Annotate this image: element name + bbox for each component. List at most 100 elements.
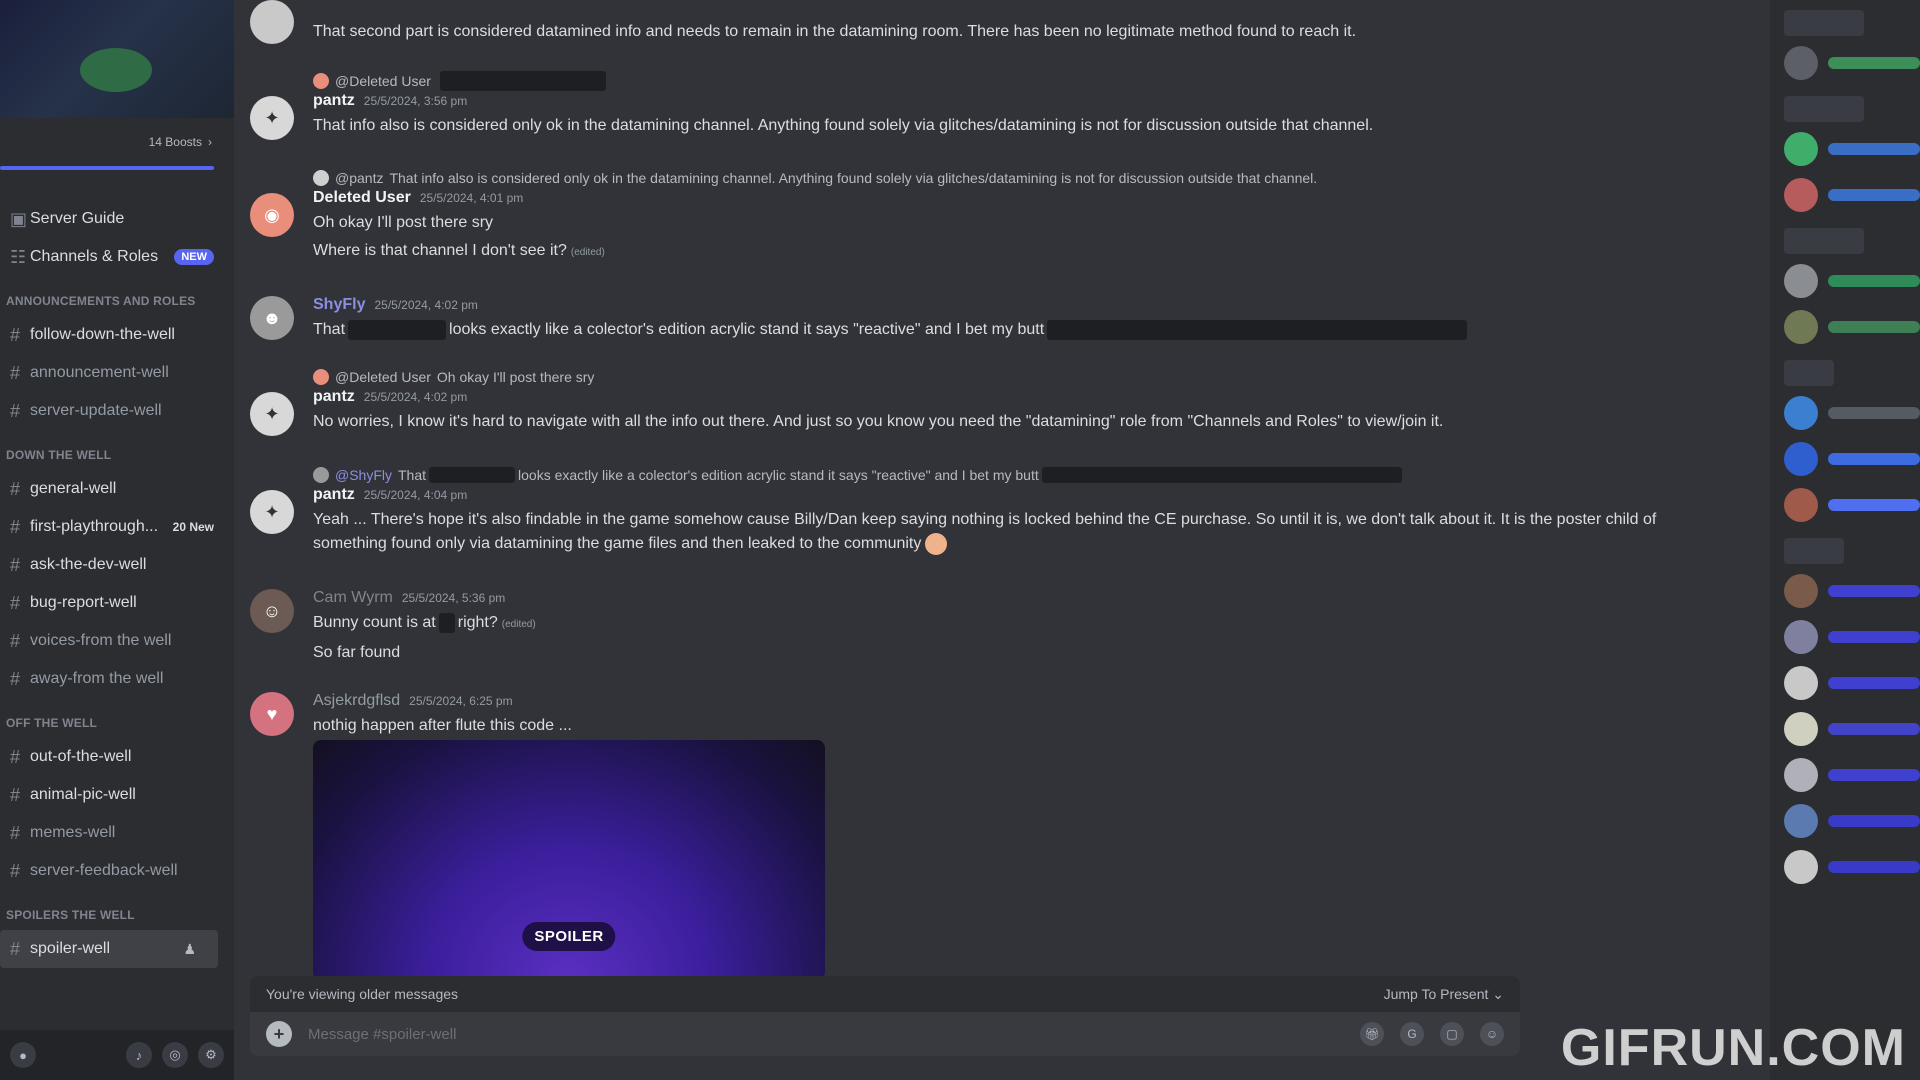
message-author[interactable]: Cam Wyrm [313,589,393,607]
message-author[interactable]: Asjekrdgflsd [313,692,400,710]
member-item[interactable] [1770,258,1920,304]
member-item[interactable] [1770,390,1920,436]
channel-label: general-well [30,480,117,497]
message-author[interactable]: pantz [313,388,355,406]
channel-label: animal-pic-well [30,786,136,803]
member-item[interactable] [1770,172,1920,218]
member-avatar [1784,620,1818,654]
boost-progress-row[interactable]: 14 Boosts › [0,118,234,166]
message-author[interactable]: pantz [313,92,355,110]
reply-preview[interactable]: @Deleted User Oh okay I'll post there sr… [313,366,1710,388]
message-text: Where is that channel I don't see it? (ed… [313,239,1710,265]
message-author[interactable]: pantz [313,486,355,504]
channel-bug-report[interactable]: # bug-report-well [0,584,234,622]
member-item[interactable] [1770,844,1920,890]
reply-preview[interactable]: @ShyFly That looks exactly like a colect… [313,464,1710,486]
server-banner[interactable] [0,0,234,118]
gear-icon[interactable]: ⚙ [198,1042,224,1068]
member-item[interactable] [1770,798,1920,844]
mic-icon[interactable]: ♪ [126,1042,152,1068]
member-name [1828,861,1920,873]
message-text: That second part is considered datamined… [313,23,1357,40]
headphones-icon[interactable]: ◎ [162,1042,188,1068]
channel-out-of-the-well[interactable]: # out-of-the-well [0,738,234,776]
avatar[interactable]: ♥ [250,692,294,736]
avatar[interactable]: ☺ [250,589,294,633]
timestamp: 25/5/2024, 4:02 pm [363,390,468,404]
user-avatar[interactable]: ● [10,1042,36,1068]
emoji-icon[interactable] [925,532,948,555]
category-off-the-well[interactable]: OFF THE WELL [0,698,234,738]
reply-author[interactable]: @Deleted User [335,73,431,89]
member-group-header [1784,228,1864,254]
emoji-picker-icon[interactable]: ☺ [1480,1022,1504,1046]
member-item[interactable] [1770,482,1920,528]
reply-author[interactable]: @pantz [335,170,383,186]
reply-preview[interactable]: @pantz That info also is considered only… [313,167,1710,189]
channel-follow[interactable]: # follow-down-the-well [0,316,234,354]
category-announcements[interactable]: ANNOUNCEMENTS AND ROLES [0,276,234,316]
channel-spoiler-well[interactable]: # spoiler-well ♟ [0,930,218,968]
spoiler-label: SPOILER [522,922,616,951]
member-avatar [1784,804,1818,838]
avatar[interactable]: ✦ [250,490,294,534]
jump-to-present-button[interactable]: Jump To Present ⌄ [1384,986,1504,1003]
reply-text: looks exactly like a colector's edition … [518,467,1039,483]
gift-icon[interactable]: 🎁︎ [1360,1022,1384,1046]
channel-announcement[interactable]: # announcement-well [0,354,234,392]
category-down-the-well[interactable]: DOWN THE WELL [0,430,234,470]
channel-ask-the-dev[interactable]: # ask-the-dev-well [0,546,234,584]
attach-plus-icon[interactable]: + [266,1021,292,1047]
avatar[interactable]: ☻ [250,296,294,340]
hash-icon: # [10,784,21,805]
channel-server-update[interactable]: # server-update-well [0,392,234,430]
member-name [1828,407,1920,419]
channel-server-feedback[interactable]: # server-feedback-well [0,852,234,890]
member-name [1828,585,1920,597]
member-avatar [1784,442,1818,476]
spoiler-image[interactable]: SPOILER [313,740,825,980]
message-author[interactable]: ShyFly [313,296,365,314]
reply-text: That info also is considered only ok in … [389,170,1318,186]
member-item[interactable] [1770,568,1920,614]
channel-animal-pic[interactable]: # animal-pic-well [0,776,234,814]
member-item[interactable] [1770,660,1920,706]
message-composer[interactable]: + Message #spoiler-well 🎁︎ G ▢ ☺ [250,1012,1520,1056]
channel-label: server-feedback-well [30,862,178,879]
reply-avatar [313,467,329,483]
avatar[interactable]: ✦ [250,392,294,436]
channel-voices[interactable]: # voices-from the well [0,622,234,660]
avatar[interactable] [250,0,294,44]
reply-avatar [313,170,329,186]
member-avatar [1784,488,1818,522]
message-author[interactable]: Deleted User [313,189,411,207]
member-item[interactable] [1770,752,1920,798]
channel-memes[interactable]: # memes-well [0,814,234,852]
member-item[interactable] [1770,304,1920,350]
member-item[interactable] [1770,126,1920,172]
reply-text: That [398,467,427,483]
reply-author[interactable]: @Deleted User [335,369,431,385]
reply-author[interactable]: @ShyFly [335,467,392,483]
roles-icon: ☷ [10,246,27,267]
sticker-icon[interactable]: ▢ [1440,1022,1464,1046]
avatar[interactable]: ✦ [250,96,294,140]
channel-general[interactable]: # general-well [0,470,234,508]
timestamp: 25/5/2024, 5:36 pm [401,591,506,605]
member-item[interactable] [1770,614,1920,660]
hash-icon: # [10,362,21,383]
avatar[interactable]: ◉ [250,193,294,237]
reply-preview[interactable]: @Deleted User [313,70,1710,92]
message-input[interactable]: Message #spoiler-well [308,1026,1344,1043]
category-spoilers[interactable]: SPOILERS THE WELL [0,890,234,930]
channel-first-playthrough[interactable]: # first-playthrough... 20 New [0,508,234,546]
member-avatar [1784,178,1818,212]
member-item[interactable] [1770,706,1920,752]
gif-icon[interactable]: G [1400,1022,1424,1046]
sidebar-item-channels-roles[interactable]: ☷ Channels & Roles NEW [0,238,234,276]
member-item[interactable] [1770,40,1920,86]
member-item[interactable] [1770,436,1920,482]
sidebar-item-server-guide[interactable]: ▣ Server Guide [0,200,234,238]
add-member-icon[interactable]: ♟ [183,941,196,958]
channel-away[interactable]: # away-from the well [0,660,234,698]
